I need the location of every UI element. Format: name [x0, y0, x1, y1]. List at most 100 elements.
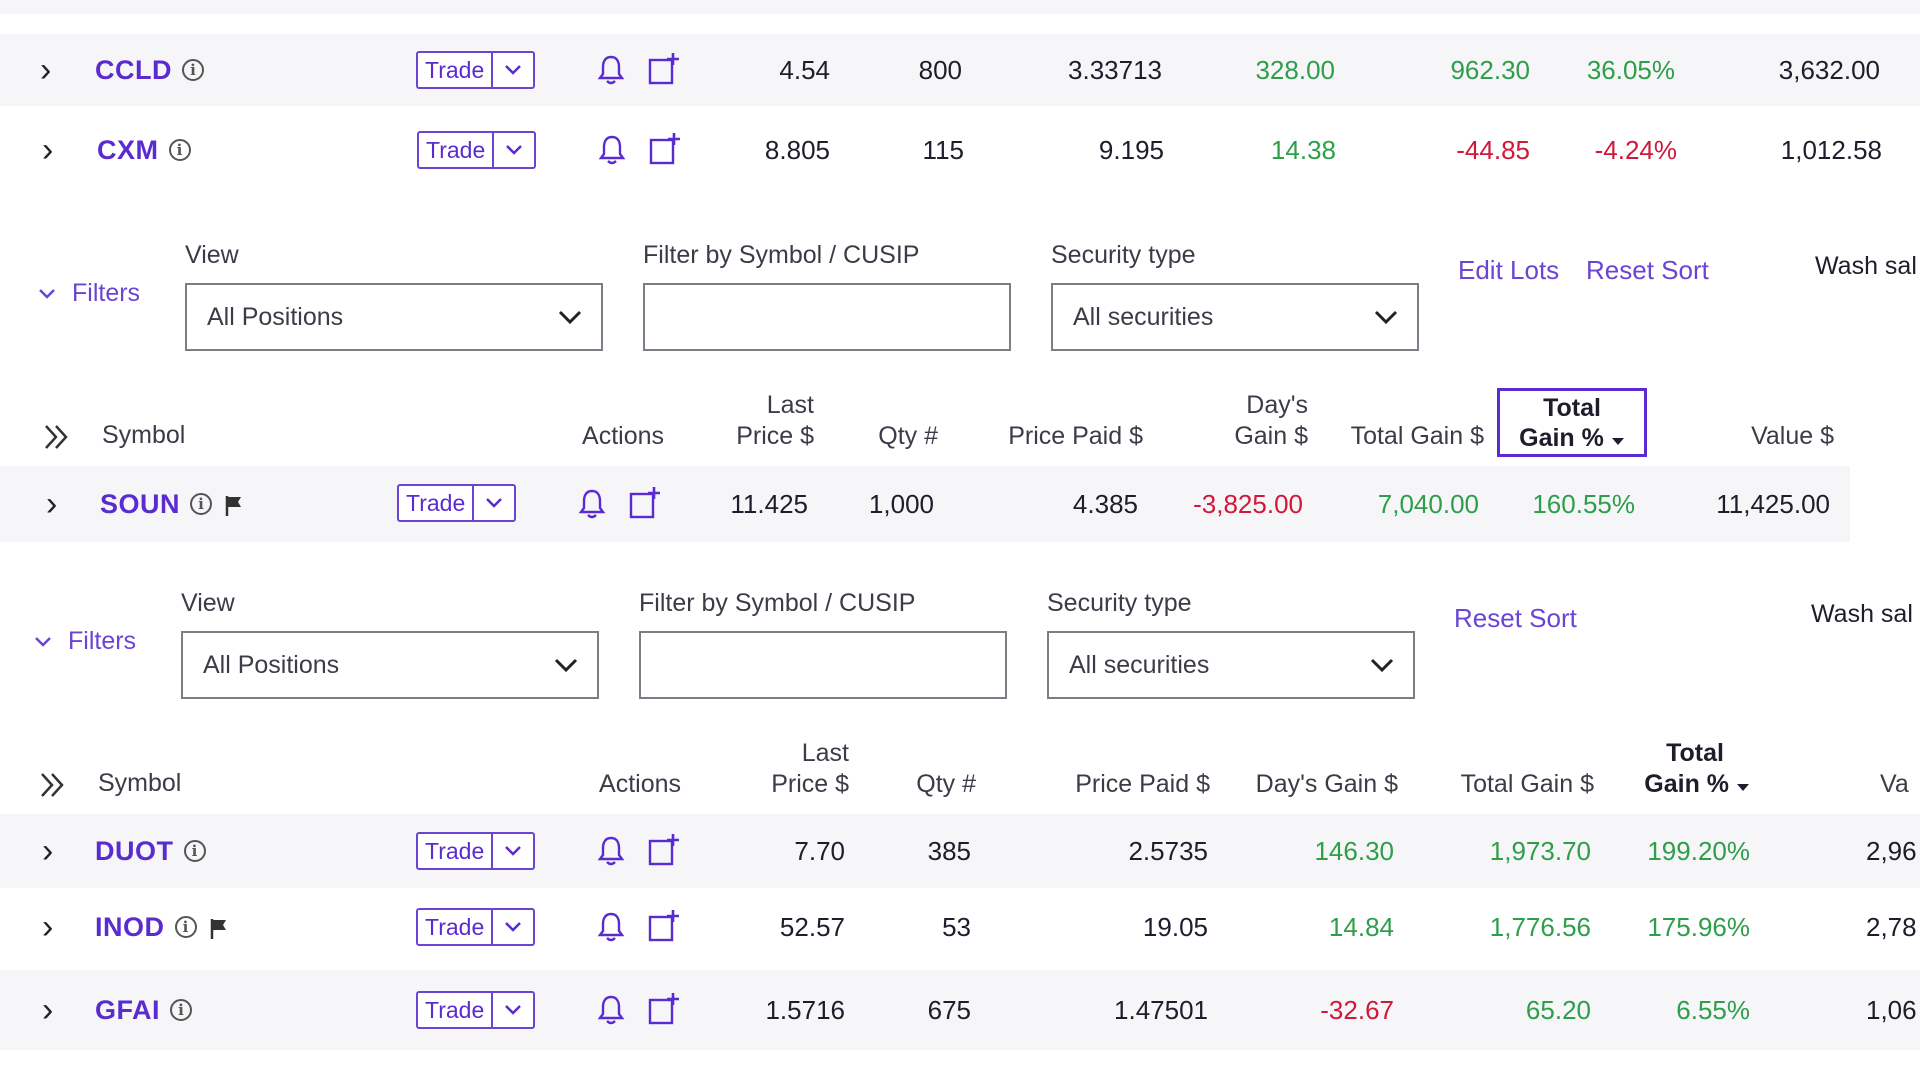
total-gain-pct-header[interactable]: Total Gain %: [1610, 738, 1750, 800]
symbol-header[interactable]: Symbol: [98, 768, 181, 799]
symbol-link[interactable]: INOD: [95, 912, 165, 943]
total-gain-pct-header-line2: Gain %: [1644, 770, 1730, 798]
total-gain: -44.85: [1456, 134, 1530, 165]
view-label: View: [181, 589, 235, 617]
trade-button[interactable]: Trade: [416, 51, 536, 89]
chevron-down-icon[interactable]: [493, 834, 533, 868]
edit-lots-link[interactable]: Edit Lots: [1458, 255, 1559, 286]
trade-button[interactable]: Trade: [397, 484, 517, 522]
add-to-list-icon[interactable]: [646, 905, 682, 947]
chevron-down-icon[interactable]: [493, 53, 533, 87]
bell-icon[interactable]: [595, 130, 629, 170]
days-gain-header[interactable]: Day's Gain $: [1220, 769, 1398, 800]
last-price: 11.425: [730, 488, 808, 519]
days-gain-header[interactable]: Day's Gain $: [1150, 390, 1308, 452]
trade-label: Trade: [418, 993, 494, 1027]
bell-icon[interactable]: [594, 50, 628, 90]
filters-panel: Filters View All Positions Filter by Sym…: [0, 215, 1920, 365]
add-to-list-icon[interactable]: [627, 482, 663, 524]
total-gain-pct: 175.96%: [1647, 911, 1750, 942]
add-to-list-icon[interactable]: [646, 829, 682, 871]
trade-button[interactable]: Trade: [416, 991, 536, 1029]
security-type-selected-value: All securities: [1073, 302, 1214, 331]
trade-button[interactable]: Trade: [416, 832, 536, 870]
chevron-right-icon[interactable]: ›: [42, 114, 53, 186]
total-gain-header[interactable]: Total Gain $: [1320, 421, 1484, 452]
double-chevron-right-icon[interactable]: [38, 770, 68, 805]
symbol-link[interactable]: GFAI: [95, 995, 160, 1026]
table-row: › SOUN i Trade 11.425 1,000 4.385 -3,825…: [0, 466, 1850, 542]
security-type-select[interactable]: All securities: [1051, 283, 1419, 351]
symbol-link[interactable]: DUOT: [95, 836, 174, 867]
info-circle-icon[interactable]: i: [182, 59, 204, 81]
trade-label: Trade: [418, 834, 494, 868]
filter-symbol-label: Filter by Symbol / CUSIP: [639, 589, 916, 617]
last-price-header[interactable]: Last Price $: [690, 390, 814, 452]
qty-header[interactable]: Qty #: [860, 769, 976, 800]
total-gain-header[interactable]: Total Gain $: [1410, 769, 1594, 800]
chevron-down-icon: [554, 658, 578, 673]
total-gain: 7,040.00: [1377, 488, 1479, 519]
last-price-header[interactable]: Last Price $: [725, 738, 849, 800]
price-paid: 2.5735: [1128, 835, 1208, 866]
bell-icon[interactable]: [594, 990, 628, 1030]
symbol-link[interactable]: CCLD: [95, 55, 172, 86]
chevron-right-icon[interactable]: ›: [40, 34, 51, 106]
trade-label: Trade: [418, 53, 494, 87]
price-paid: 9.195: [1098, 134, 1164, 165]
filters-toggle[interactable]: Filters: [34, 627, 136, 656]
double-chevron-right-icon[interactable]: [42, 422, 72, 457]
symbol-header[interactable]: Symbol: [102, 420, 185, 451]
total-gain-pct-header[interactable]: Total Gain %: [1497, 388, 1647, 457]
view-select[interactable]: All Positions: [181, 631, 599, 699]
filters-label: Filters: [68, 627, 137, 655]
total-gain: 1,776.56: [1489, 911, 1591, 942]
trade-label: Trade: [418, 910, 494, 944]
chevron-down-icon[interactable]: [494, 133, 534, 167]
total-gain: 65.20: [1525, 994, 1591, 1025]
price-paid-header[interactable]: Price Paid $: [965, 421, 1143, 452]
bell-icon[interactable]: [575, 484, 609, 524]
value-header[interactable]: Va: [1880, 769, 1920, 800]
symbol-link[interactable]: SOUN: [100, 489, 180, 520]
days-gain-header-line1: Day's: [1246, 391, 1308, 419]
trade-button[interactable]: Trade: [417, 131, 537, 169]
reset-sort-link[interactable]: Reset Sort: [1586, 255, 1709, 286]
chevron-down-icon[interactable]: [493, 993, 533, 1027]
value: 11,425.00: [1716, 488, 1830, 519]
trade-button[interactable]: Trade: [416, 908, 536, 946]
add-to-list-icon[interactable]: [646, 988, 682, 1030]
chevron-down-icon: [35, 636, 51, 647]
chevron-right-icon[interactable]: ›: [42, 890, 53, 964]
qty-header[interactable]: Qty #: [820, 421, 938, 452]
chevron-right-icon[interactable]: ›: [46, 466, 57, 542]
info-circle-icon[interactable]: i: [190, 493, 213, 515]
view-select[interactable]: All Positions: [185, 283, 603, 351]
info-circle-icon[interactable]: i: [183, 840, 206, 862]
chevron-right-icon[interactable]: ›: [42, 970, 53, 1050]
add-to-list-icon[interactable]: [646, 48, 682, 90]
bell-icon[interactable]: [594, 831, 628, 871]
symbol-link[interactable]: CXM: [97, 135, 159, 166]
info-circle-icon[interactable]: i: [174, 916, 197, 938]
total-gain-pct: 6.55%: [1676, 994, 1750, 1025]
table-row: › DUOT i Trade 7.70 385 2.5735 146.30 1,…: [0, 814, 1920, 888]
value-header[interactable]: Value $: [1680, 421, 1834, 452]
info-circle-icon[interactable]: i: [168, 139, 191, 161]
add-to-list-icon[interactable]: [647, 128, 683, 170]
days-gain: -3,825.00: [1193, 488, 1303, 519]
chevron-down-icon[interactable]: [474, 486, 514, 520]
last-price: 52.57: [779, 911, 845, 942]
filter-symbol-input[interactable]: [643, 283, 1011, 351]
wash-sale-label: Wash sal: [1811, 600, 1913, 628]
chevron-right-icon[interactable]: ›: [42, 814, 53, 888]
info-circle-icon[interactable]: i: [170, 999, 193, 1021]
filter-symbol-input[interactable]: [639, 631, 1007, 699]
filters-toggle[interactable]: Filters: [38, 279, 140, 308]
chevron-down-icon[interactable]: [493, 910, 533, 944]
price-paid-header[interactable]: Price Paid $: [1030, 769, 1210, 800]
security-type-select[interactable]: All securities: [1047, 631, 1415, 699]
chevron-down-icon: [39, 288, 55, 299]
bell-icon[interactable]: [594, 907, 628, 947]
reset-sort-link[interactable]: Reset Sort: [1454, 603, 1577, 634]
